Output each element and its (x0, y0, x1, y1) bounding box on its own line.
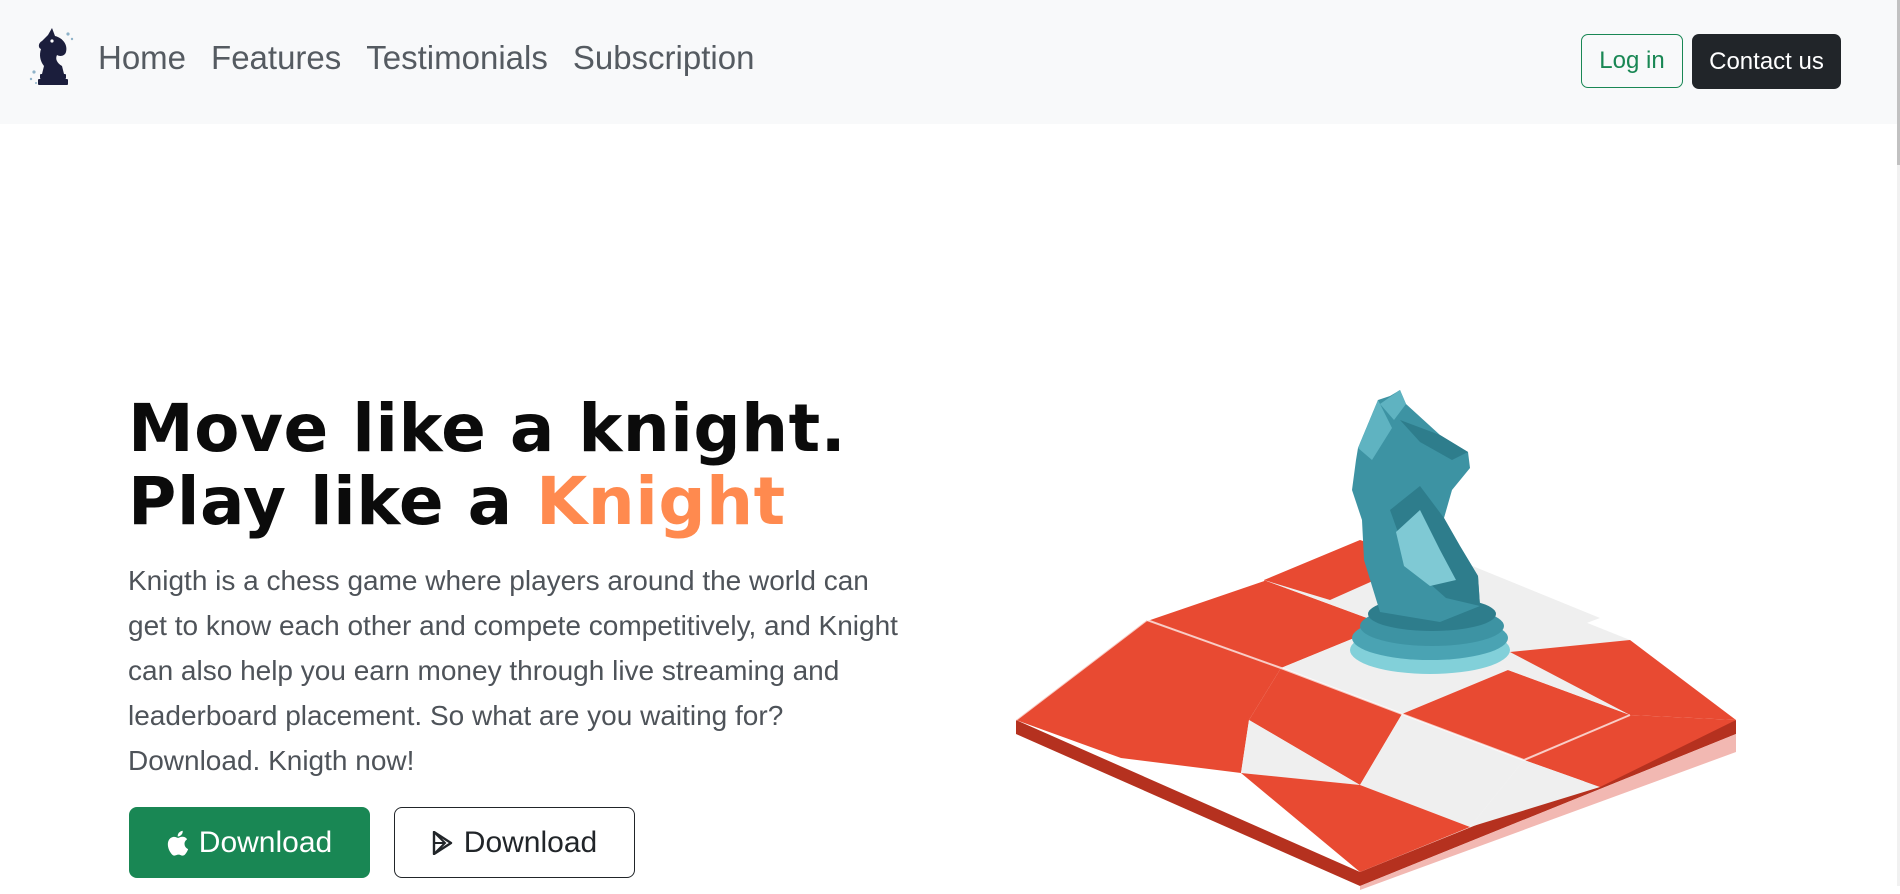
login-button[interactable]: Log in (1581, 34, 1683, 88)
download-apple-button[interactable]: Download (129, 807, 370, 878)
navbar: Home Features Testimonials Subscription … (0, 0, 1900, 124)
hero-title: Move like a knight. Play like a Knight (128, 392, 846, 538)
download-apple-label: Download (198, 825, 333, 859)
contact-us-button[interactable]: Contact us (1692, 34, 1841, 89)
main-nav: Home Features Testimonials Subscription (98, 34, 754, 82)
nav-subscription[interactable]: Subscription (573, 34, 755, 82)
google-play-icon (432, 830, 454, 855)
chess-knight-on-board-illustration (1000, 390, 1760, 894)
hero-title-accent: Knight (536, 463, 786, 540)
hero-title-line1: Move like a knight. (128, 390, 847, 467)
hero-description: Knigth is a chess game where players aro… (128, 565, 898, 776)
nav-testimonials[interactable]: Testimonials (366, 34, 548, 82)
download-google-play-button[interactable]: Download (394, 807, 635, 878)
hero-title-line2-prefix: Play like a (128, 463, 537, 540)
apple-icon (167, 830, 189, 856)
knight-logo-icon[interactable] (28, 28, 76, 86)
nav-home[interactable]: Home (98, 34, 186, 82)
nav-features[interactable]: Features (211, 34, 341, 82)
download-play-label: Download (463, 825, 598, 859)
